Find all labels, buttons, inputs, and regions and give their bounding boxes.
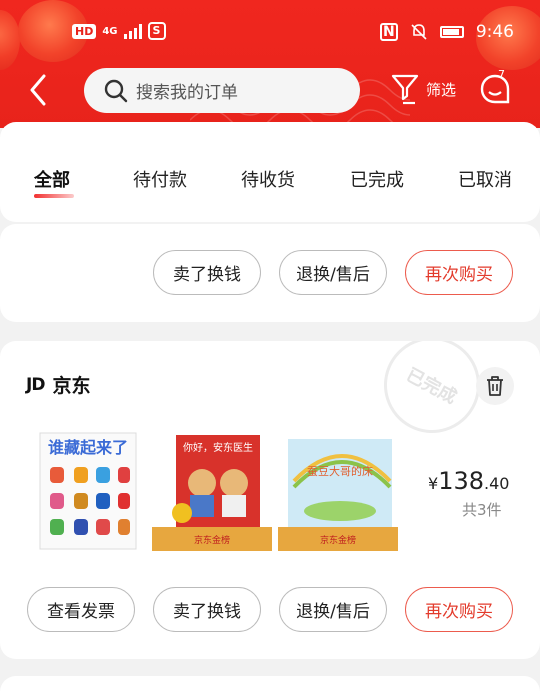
battery-icon <box>439 26 464 38</box>
search-placeholder: 搜索我的订单 <box>136 83 238 103</box>
tab-all[interactable]: 全部 <box>34 166 70 192</box>
trash-icon <box>487 376 503 396</box>
tab-cancelled[interactable]: 已取消 <box>458 166 512 192</box>
product-banner: 京东金榜 <box>320 534 356 546</box>
delete-order-button[interactable] <box>476 367 514 405</box>
tab-pending-receipt[interactable]: 待收货 <box>241 166 295 192</box>
book-title: 你好，安东医生 <box>183 441 253 454</box>
tab-completed[interactable]: 已完成 <box>350 166 404 192</box>
tab-pending-payment[interactable]: 待付款 <box>133 166 187 192</box>
currency-symbol: ¥ <box>428 474 439 493</box>
view-invoice-button[interactable]: 查看发票 <box>27 587 135 632</box>
network-type: 4G <box>102 25 118 37</box>
buy-again-button[interactable]: 再次购买 <box>405 250 513 295</box>
order-tabs: 全部 待付款 待收货 已完成 已取消 <box>0 122 540 222</box>
product-thumbnail[interactable]: 谁藏起来了 <box>30 431 150 551</box>
shop-logo: JD <box>26 374 45 395</box>
book-title: 蚕豆大哥的床 <box>307 464 373 478</box>
price-integer: 138 <box>438 467 484 495</box>
shop-header[interactable]: JD 京东 <box>26 371 90 398</box>
order-card[interactable] <box>0 676 540 691</box>
active-tab-indicator <box>34 194 74 198</box>
book-title: 谁藏起来了 <box>48 438 128 457</box>
shop-name: 京东 <box>52 375 91 397</box>
sell-button[interactable]: 卖了换钱 <box>153 250 261 295</box>
order-total-price: ¥138.40 <box>428 467 509 495</box>
signal-icon <box>123 23 142 39</box>
sell-button[interactable]: 卖了换钱 <box>153 587 261 632</box>
app-notification-icon: S <box>147 22 166 40</box>
mute-bell-icon <box>411 24 427 40</box>
filter-label: 筛选 <box>426 80 457 99</box>
return-service-button[interactable]: 退换/售后 <box>279 587 387 632</box>
return-service-button[interactable]: 退换/售后 <box>279 250 387 295</box>
order-card[interactable]: 已完成 JD 京东 谁藏起来了 你好，安东医生 京东金榜 蚕豆大哥的床 京东金榜… <box>0 341 540 659</box>
message-bubble-icon[interactable] <box>478 72 512 106</box>
item-count: 共3件 <box>462 501 502 519</box>
header-bar: HD 4G S N 9:46 搜索我的订单 筛选 7 <box>0 0 540 128</box>
nfc-icon: N <box>379 23 398 41</box>
price-decimal: .40 <box>484 474 510 493</box>
product-thumbnail[interactable]: 蚕豆大哥的床 京东金榜 <box>278 431 398 551</box>
search-input[interactable]: 搜索我的订单 <box>84 68 360 113</box>
order-card: 卖了换钱 退换/售后 再次购买 <box>0 224 540 322</box>
status-bar: HD 4G S N 9:46 <box>0 18 540 48</box>
filter-funnel-icon <box>391 74 419 105</box>
hd-indicator: HD <box>72 23 97 39</box>
back-arrow-icon[interactable] <box>28 74 50 106</box>
product-banner: 京东金榜 <box>194 534 230 546</box>
clock: 9:46 <box>475 22 514 42</box>
filter-button[interactable]: 筛选 <box>390 72 456 106</box>
product-thumbnail[interactable]: 你好，安东医生 京东金榜 <box>152 431 272 551</box>
message-count-badge: 7 <box>498 68 505 81</box>
buy-again-button[interactable]: 再次购买 <box>405 587 513 632</box>
search-icon <box>104 79 128 102</box>
